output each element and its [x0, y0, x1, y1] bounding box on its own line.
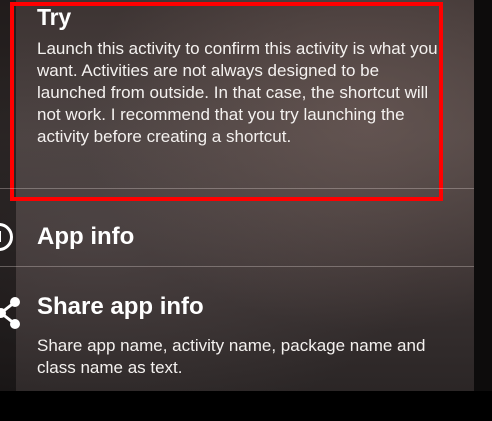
app-info-label: App info [37, 223, 135, 250]
share-app-info-label: Share app info [37, 293, 204, 320]
info-icon [0, 223, 13, 251]
screen: Try Launch this activity to confirm this… [0, 0, 492, 391]
menu-item-try[interactable]: Try Launch this activity to confirm this… [0, 0, 474, 187]
try-title: Try [37, 4, 71, 30]
divider [0, 266, 474, 267]
menu-item-share-app-info[interactable]: Share app info Share app name, activity … [0, 283, 474, 391]
menu-item-app-info[interactable]: App info [0, 205, 474, 265]
divider [0, 188, 474, 189]
right-edge-strip [474, 0, 492, 391]
try-description: Launch this activity to confirm this act… [37, 39, 438, 146]
share-app-info-description: Share app name, activity name, package n… [37, 336, 426, 377]
share-icon [0, 297, 20, 329]
bottom-black-bar [0, 391, 492, 421]
